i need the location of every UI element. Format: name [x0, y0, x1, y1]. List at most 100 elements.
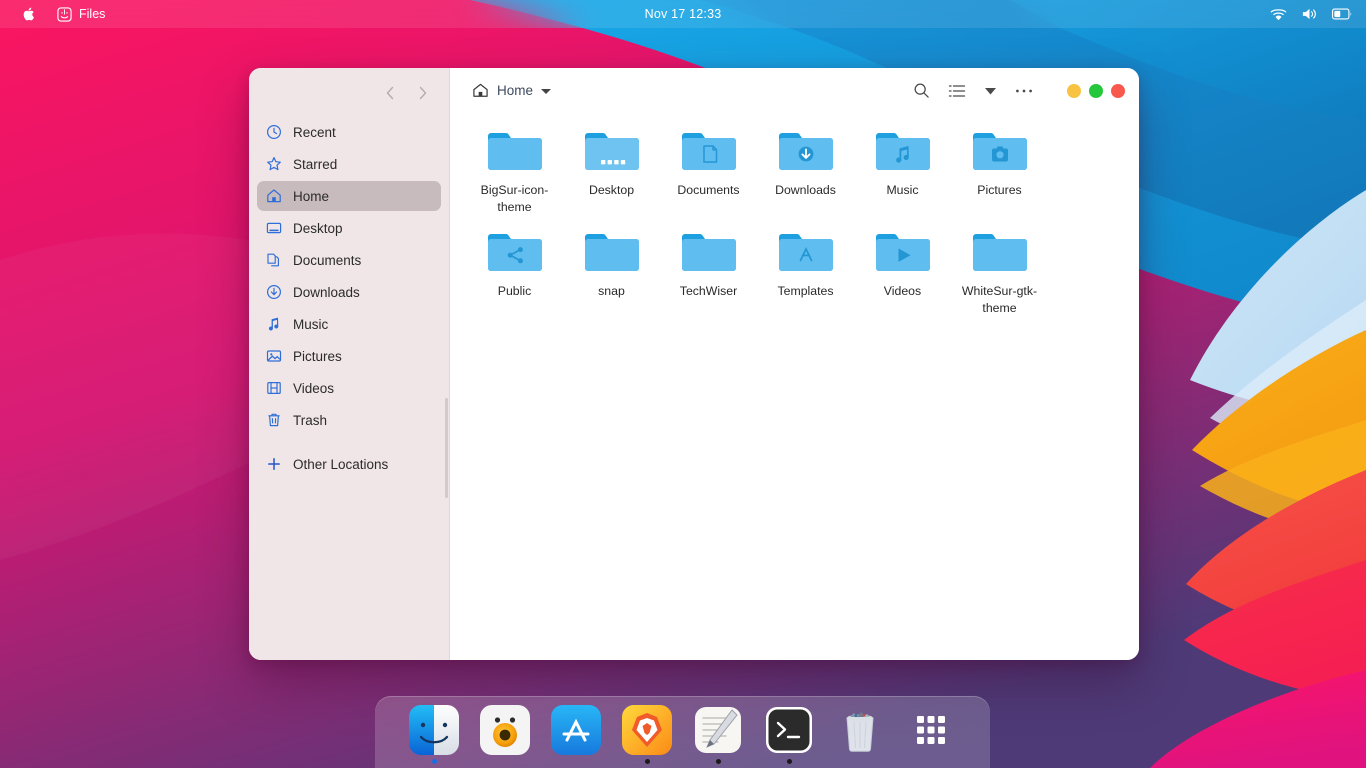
- dock-item-terminal[interactable]: [756, 702, 822, 768]
- close-button[interactable]: [1111, 83, 1125, 98]
- dock-item-show-applications[interactable]: [898, 702, 964, 768]
- file-item[interactable]: Music: [854, 121, 951, 222]
- music-note-icon: [265, 316, 282, 333]
- file-name: Public: [497, 283, 532, 298]
- sidebar-item-trash[interactable]: Trash: [257, 405, 441, 435]
- running-indicator: [503, 759, 508, 764]
- image-icon: [265, 348, 282, 365]
- running-indicator: [644, 759, 650, 764]
- file-item[interactable]: WhiteSur-gtk-theme: [951, 222, 1048, 323]
- folder-documents-icon: [677, 125, 741, 177]
- file-grid-area[interactable]: BigSur-icon-theme Desktop Documents Down…: [450, 113, 1139, 660]
- file-name: Pictures: [977, 183, 1022, 197]
- header-actions: [913, 82, 1125, 99]
- forward-arrow-icon[interactable]: [407, 78, 437, 108]
- finder-icon: [408, 704, 460, 756]
- main-pane: Home BigSur-icon-theme Desktop Documents…: [450, 68, 1139, 660]
- sidebar-item-music[interactable]: Music: [257, 309, 441, 339]
- more-options-icon[interactable]: [1015, 88, 1033, 94]
- sidebar-item-label: Trash: [293, 412, 328, 428]
- window-controls: [1067, 83, 1125, 98]
- back-arrow-icon[interactable]: [375, 78, 405, 108]
- dock-item-app-store[interactable]: [543, 702, 609, 768]
- sidebar-item-label: Videos: [293, 380, 335, 396]
- sidebar-item-label: Recent: [293, 124, 336, 140]
- apple-menu-button[interactable]: [10, 0, 46, 28]
- sidebar-item-home[interactable]: Home: [257, 181, 441, 211]
- navigation-buttons: [249, 68, 449, 113]
- folder-videos-icon: [871, 226, 935, 278]
- dock-item-webcam[interactable]: [472, 702, 538, 768]
- file-name: Videos: [883, 283, 922, 298]
- running-indicator: [858, 759, 863, 764]
- sidebar-item-label: Starred: [293, 156, 338, 172]
- file-name: snap: [598, 283, 625, 298]
- folder-public-icon: [483, 226, 547, 278]
- file-name: TechWiser: [679, 283, 738, 298]
- chevron-down-icon[interactable]: [541, 88, 552, 94]
- running-indicator: [574, 759, 579, 764]
- window-header: Home: [450, 68, 1139, 113]
- dock-item-text-editor[interactable]: [685, 702, 751, 768]
- system-top-bar: Files Nov 17 12:33: [0, 0, 1366, 28]
- sidebar-item-documents[interactable]: Documents: [257, 245, 441, 275]
- maximize-button[interactable]: [1089, 83, 1103, 98]
- file-item[interactable]: Templates: [757, 222, 854, 323]
- file-name: BigSur-icon-theme: [480, 183, 549, 214]
- search-icon[interactable]: [913, 82, 930, 99]
- sidebar-item-label: Music: [293, 316, 329, 332]
- file-item[interactable]: Videos: [854, 222, 951, 323]
- list-view-icon[interactable]: [948, 83, 966, 99]
- minimize-button[interactable]: [1067, 83, 1081, 98]
- file-item[interactable]: snap: [563, 222, 660, 323]
- sidebar-item-label: Home: [293, 188, 330, 204]
- folder-plain-icon: [968, 226, 1032, 278]
- file-name: Downloads: [775, 183, 836, 197]
- wifi-icon[interactable]: [1270, 8, 1287, 21]
- sidebar-item-downloads[interactable]: Downloads: [257, 277, 441, 307]
- file-item[interactable]: Downloads: [757, 121, 854, 222]
- folder-plain-icon: [580, 226, 644, 278]
- text-editor-icon: [692, 704, 744, 756]
- file-item[interactable]: BigSur-icon-theme: [466, 121, 563, 222]
- home-icon: [265, 188, 282, 205]
- sidebar-item-desktop[interactable]: Desktop: [257, 213, 441, 243]
- file-name: Documents: [677, 183, 740, 197]
- file-item[interactable]: Public: [466, 222, 563, 323]
- volume-icon[interactable]: [1301, 7, 1318, 21]
- documents-icon: [265, 252, 282, 269]
- finder-icon: [57, 6, 72, 22]
- sidebar-scrollbar[interactable]: [445, 398, 448, 498]
- app-store-icon: [550, 704, 602, 756]
- file-item[interactable]: Documents: [660, 121, 757, 222]
- dock-item-trash[interactable]: [827, 702, 893, 768]
- active-app-name: Files: [79, 7, 106, 21]
- file-grid: BigSur-icon-theme Desktop Documents Down…: [466, 121, 1123, 323]
- folder-plain-icon: [677, 226, 741, 278]
- dock: [375, 696, 990, 768]
- sidebar-divider-space: [257, 437, 441, 449]
- dock-item-finder[interactable]: [401, 702, 467, 768]
- file-name: Templates: [777, 283, 834, 298]
- running-indicator: [431, 759, 437, 764]
- file-item[interactable]: TechWiser: [660, 222, 757, 323]
- sidebar-item-pictures[interactable]: Pictures: [257, 341, 441, 371]
- active-app-menu[interactable]: Files: [46, 0, 116, 28]
- sidebar-item-recent[interactable]: Recent: [257, 117, 441, 147]
- dock-item-brave[interactable]: [614, 702, 680, 768]
- sidebar-item-starred[interactable]: Starred: [257, 149, 441, 179]
- star-icon: [265, 156, 282, 173]
- trash-can-icon: [834, 704, 886, 756]
- breadcrumb[interactable]: Home: [472, 82, 552, 99]
- file-item[interactable]: Desktop: [563, 121, 660, 222]
- apple-logo-icon: [21, 6, 35, 22]
- running-indicator: [715, 759, 721, 764]
- desktop-icon: [265, 220, 282, 237]
- view-options-caret-icon[interactable]: [984, 86, 997, 96]
- sidebar-item-videos[interactable]: Videos: [257, 373, 441, 403]
- clock[interactable]: Nov 17 12:33: [0, 7, 1366, 21]
- battery-icon[interactable]: [1332, 8, 1352, 20]
- app-grid-icon: [905, 704, 957, 756]
- file-item[interactable]: Pictures: [951, 121, 1048, 222]
- sidebar-item-other-locations[interactable]: Other Locations: [257, 449, 441, 479]
